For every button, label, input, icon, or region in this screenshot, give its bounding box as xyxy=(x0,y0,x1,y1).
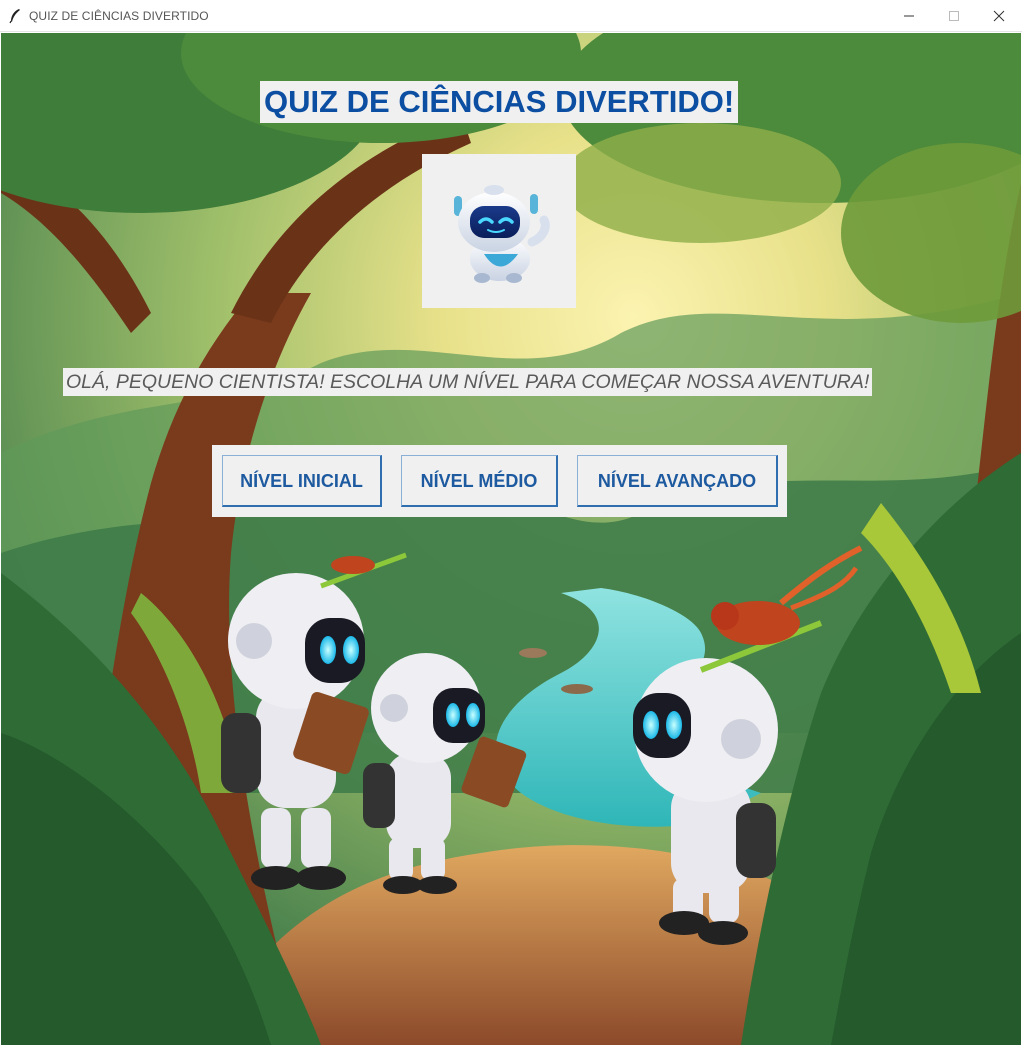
maximize-icon xyxy=(949,10,959,21)
mascot-frame xyxy=(422,154,576,308)
app-window: QUIZ DE CIÊNCIAS DIVERTIDO QUIZ DE CIÊNC… xyxy=(0,0,1022,1046)
title-bar[interactable]: QUIZ DE CIÊNCIAS DIVERTIDO xyxy=(0,0,1022,32)
robot-mascot-icon xyxy=(454,185,550,283)
level-initial-button[interactable]: NÍVEL INICIAL xyxy=(222,455,382,507)
minimize-button[interactable] xyxy=(886,0,932,31)
window-title: QUIZ DE CIÊNCIAS DIVERTIDO xyxy=(29,9,209,23)
close-icon xyxy=(993,10,1005,21)
welcome-message: OLÁ, PEQUENO CIENTISTA! ESCOLHA UM NÍVEL… xyxy=(63,368,873,396)
close-button[interactable] xyxy=(976,0,1022,31)
level-medium-button[interactable]: NÍVEL MÉDIO xyxy=(401,455,558,507)
feather-icon xyxy=(9,9,20,24)
maximize-button[interactable] xyxy=(931,0,977,31)
level-advanced-button[interactable]: NÍVEL AVANÇADO xyxy=(577,455,778,507)
minimize-icon xyxy=(904,15,914,16)
level-selection-panel: NÍVEL INICIAL NÍVEL MÉDIO NÍVEL AVANÇADO xyxy=(212,445,787,517)
page-title: QUIZ DE CIÊNCIAS DIVERTIDO! xyxy=(260,81,739,123)
quiz-home-screen: QUIZ DE CIÊNCIAS DIVERTIDO! OLÁ, PEQUENO… xyxy=(1,33,1021,1045)
